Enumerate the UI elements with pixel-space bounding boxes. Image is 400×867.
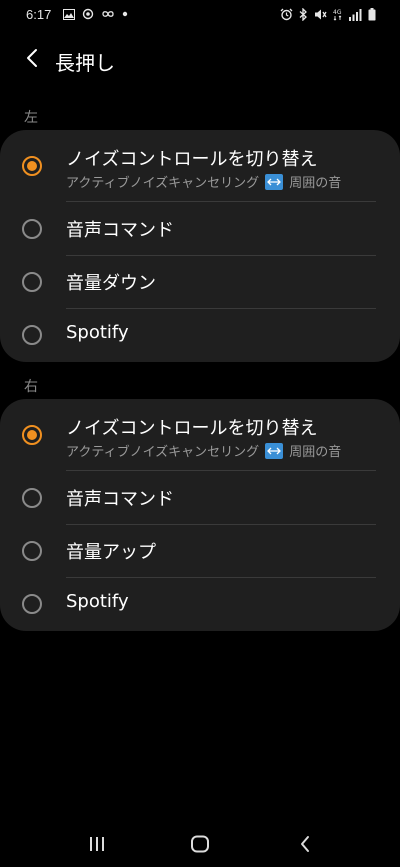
radio-selected-right-0[interactable] [22, 425, 42, 445]
option-spotify-left[interactable]: Spotify [0, 308, 400, 362]
mute-icon [314, 8, 327, 21]
right-options-card: ノイズコントロールを切り替え アクティブノイズキャンセリング 周囲の音 音声コマ… [0, 399, 400, 631]
option-volume-down-left[interactable]: 音量ダウン [0, 255, 400, 308]
home-button[interactable] [185, 833, 215, 859]
section-label-right: 右 [24, 379, 38, 395]
bluetooth-icon [299, 8, 308, 21]
subtitle-anc: アクティブノイズキャンセリング [66, 445, 260, 460]
radio-left-2[interactable] [22, 272, 42, 292]
option-noise-control-left[interactable]: ノイズコントロールを切り替え アクティブノイズキャンセリング 周囲の音 [0, 130, 400, 202]
status-right-icons: 4G [280, 8, 376, 21]
option-subtitle: アクティブノイズキャンセリング 周囲の音 [66, 441, 341, 460]
status-left-icons [63, 8, 128, 20]
radio-left-3[interactable] [22, 325, 42, 345]
app-bar: 長押し [0, 40, 400, 80]
subtitle-ambient: 周囲の音 [289, 445, 342, 460]
option-title: ノイズコントロールを切り替え [66, 149, 318, 170]
back-icon [299, 835, 311, 857]
option-title: 音声コマンド [66, 489, 174, 510]
recent-apps-button[interactable] [82, 833, 112, 859]
page-title: 長押し [55, 51, 115, 75]
dot-icon [122, 11, 128, 17]
option-subtitle: アクティブノイズキャンセリング 周囲の音 [66, 172, 341, 191]
battery-icon [368, 8, 376, 21]
swap-arrows-icon [265, 173, 284, 190]
radio-right-2[interactable] [22, 541, 42, 561]
radio-right-3[interactable] [22, 594, 42, 614]
swap-arrows-icon [265, 442, 284, 459]
sync-icon [82, 8, 94, 20]
gallery-icon [63, 8, 75, 20]
section-label-left: 左 [24, 110, 38, 126]
status-bar: 6:17 4G [0, 0, 400, 32]
recent-apps-icon [88, 836, 106, 856]
option-title: Spotify [66, 322, 129, 343]
home-icon [190, 835, 210, 857]
option-title: 音量アップ [66, 542, 156, 563]
radio-selected-left-0[interactable] [22, 156, 42, 176]
option-title: 音声コマンド [66, 220, 174, 241]
left-options-card: ノイズコントロールを切り替え アクティブノイズキャンセリング 周囲の音 音声コマ… [0, 130, 400, 362]
option-volume-up-right[interactable]: 音量アップ [0, 524, 400, 577]
status-time: 6:17 [26, 7, 52, 22]
subtitle-anc: アクティブノイズキャンセリング [66, 176, 260, 191]
infinity-icon [101, 9, 115, 19]
nav-back-button[interactable] [290, 833, 320, 859]
navigation-bar [0, 823, 400, 867]
option-spotify-right[interactable]: Spotify [0, 577, 400, 631]
subtitle-ambient: 周囲の音 [289, 176, 342, 191]
4g-icon: 4G [333, 8, 343, 21]
back-button[interactable] [18, 46, 46, 74]
chevron-left-icon [25, 48, 39, 72]
svg-text:4G: 4G [333, 9, 342, 16]
alarm-icon [280, 8, 293, 21]
option-title: Spotify [66, 591, 129, 612]
option-title: 音量ダウン [66, 273, 156, 294]
option-voice-command-left[interactable]: 音声コマンド [0, 202, 400, 255]
signal-icon [349, 8, 362, 21]
radio-left-1[interactable] [22, 219, 42, 239]
option-title: ノイズコントロールを切り替え [66, 418, 318, 439]
option-voice-command-right[interactable]: 音声コマンド [0, 471, 400, 524]
radio-right-1[interactable] [22, 488, 42, 508]
option-noise-control-right[interactable]: ノイズコントロールを切り替え アクティブノイズキャンセリング 周囲の音 [0, 399, 400, 471]
